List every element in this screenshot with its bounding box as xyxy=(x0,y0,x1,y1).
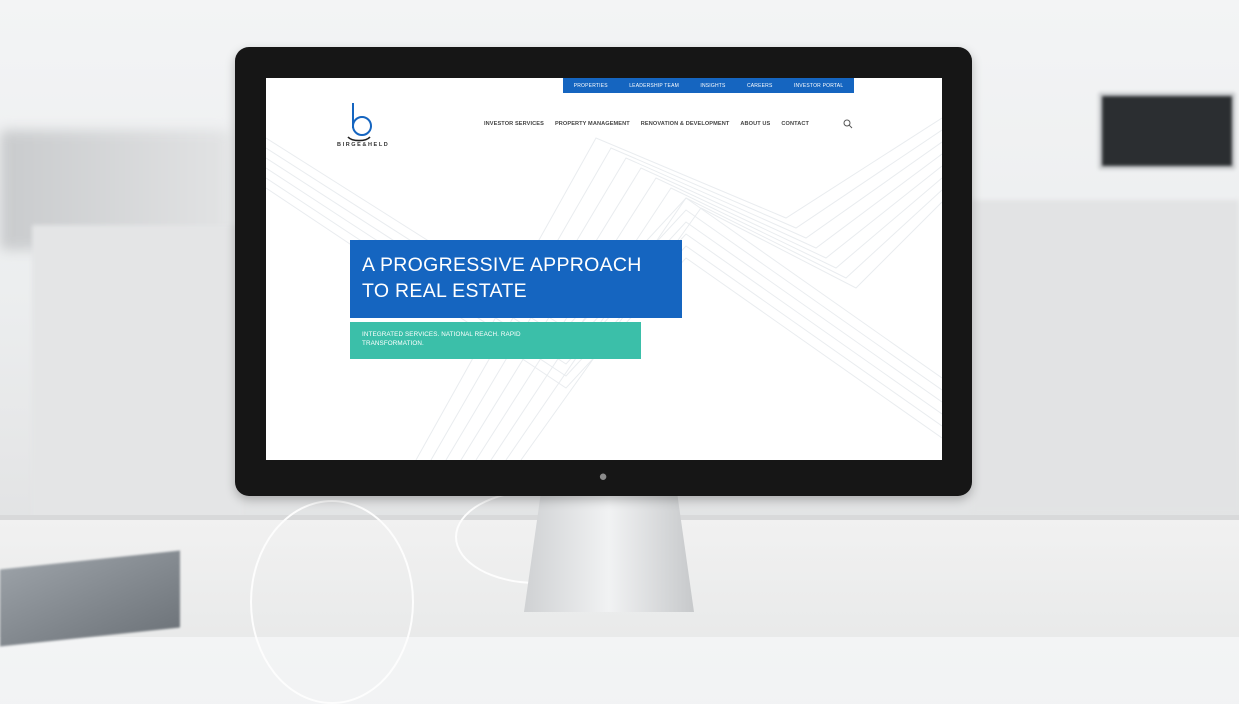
apple-logo-icon: ● xyxy=(598,468,608,485)
top-utility-nav: PROPERTIES LEADERSHIP TEAM INSIGHTS CARE… xyxy=(563,78,854,93)
background-cubicle-left xyxy=(32,225,242,525)
nav-investor-services[interactable]: INVESTOR SERVICES xyxy=(484,121,544,127)
brand-name: BIRGE&HELD xyxy=(337,142,390,148)
hero-title-panel: A PROGRESSIVE APPROACH TO REAL ESTATE xyxy=(350,240,682,318)
nav-renovation-development[interactable]: RENOVATION & DEVELOPMENT xyxy=(641,121,730,127)
top-nav-careers[interactable]: CAREERS xyxy=(747,83,773,89)
nav-property-management[interactable]: PROPERTY MANAGEMENT xyxy=(555,121,630,127)
nav-contact[interactable]: CONTACT xyxy=(781,121,809,127)
hero-title: A PROGRESSIVE APPROACH TO REAL ESTATE xyxy=(362,254,642,302)
top-nav-investor-portal[interactable]: INVESTOR PORTAL xyxy=(794,83,843,89)
search-icon[interactable] xyxy=(843,119,853,129)
hero-subtitle: INTEGRATED SERVICES. NATIONAL REACH. RAP… xyxy=(362,331,521,347)
background-monitor-right xyxy=(1098,92,1236,170)
background-cubicle-right xyxy=(972,200,1239,510)
main-nav: INVESTOR SERVICES PROPERTY MANAGEMENT RE… xyxy=(484,121,809,127)
website-screen: PROPERTIES LEADERSHIP TEAM INSIGHTS CARE… xyxy=(266,78,942,460)
monitor-stand xyxy=(524,492,694,612)
top-nav-leadership-team[interactable]: LEADERSHIP TEAM xyxy=(629,83,679,89)
cable xyxy=(250,500,414,704)
top-nav-insights[interactable]: INSIGHTS xyxy=(700,83,725,89)
nav-about-us[interactable]: ABOUT US xyxy=(740,121,770,127)
top-nav-properties[interactable]: PROPERTIES xyxy=(574,83,608,89)
hero-subtitle-panel: INTEGRATED SERVICES. NATIONAL REACH. RAP… xyxy=(350,322,641,359)
